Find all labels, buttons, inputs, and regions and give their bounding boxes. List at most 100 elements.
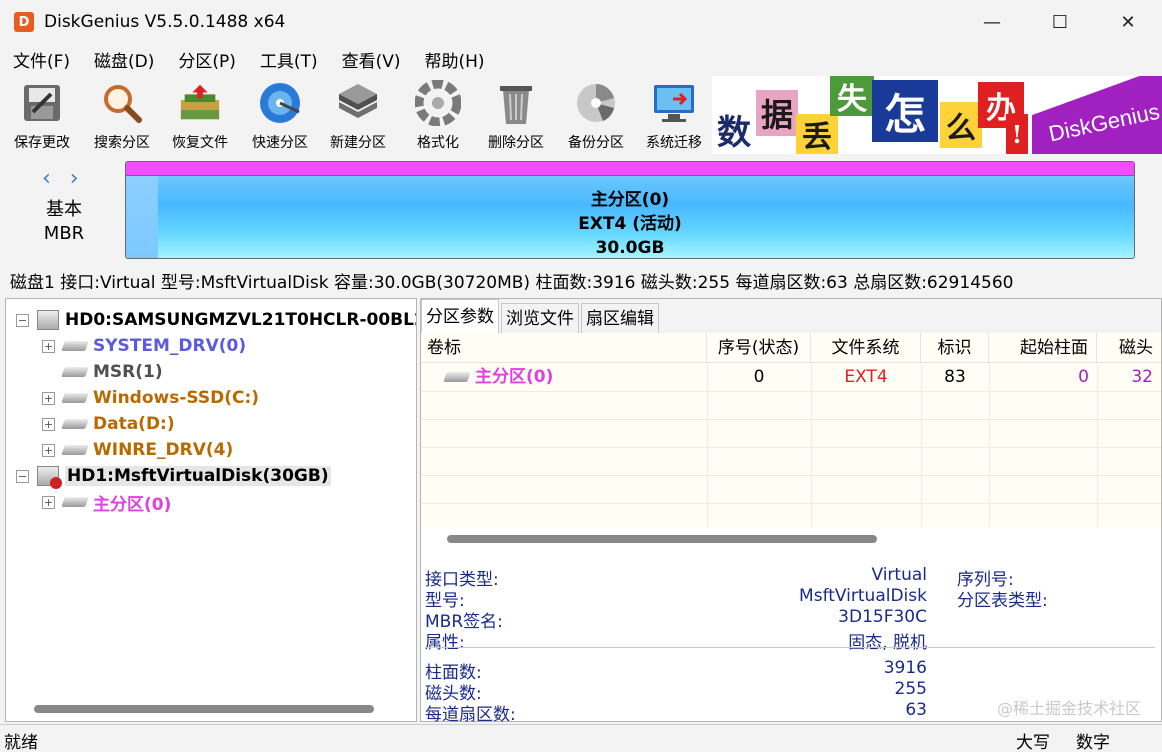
tool-label: 新建分区 bbox=[330, 132, 386, 152]
recover-files-button[interactable]: 恢复文件 bbox=[160, 80, 240, 154]
partition-style: MBR bbox=[24, 222, 104, 246]
system-migration-button[interactable]: 系统迁移 bbox=[634, 80, 714, 154]
banner-char: 么 bbox=[940, 102, 982, 148]
tree-item-winre-drv[interactable]: + WINRE_DRV(4) bbox=[42, 437, 233, 463]
tree-expander[interactable]: − bbox=[16, 470, 29, 483]
partition-fs: EXT4 (活动) bbox=[126, 212, 1134, 236]
tree-item-hd1[interactable]: − HD1:MsftVirtualDisk(30GB) bbox=[16, 463, 331, 489]
tree-item-data-d[interactable]: + Data(D:) bbox=[42, 411, 175, 437]
tree-expander[interactable]: + bbox=[42, 418, 55, 431]
menu-view[interactable]: 查看(V) bbox=[329, 47, 412, 72]
tool-label: 删除分区 bbox=[488, 132, 544, 152]
new-partition-button[interactable]: 新建分区 bbox=[318, 80, 398, 154]
tab-browse-files[interactable]: 浏览文件 bbox=[501, 303, 579, 333]
banner-char: 丢 bbox=[796, 114, 838, 154]
new-partition-icon bbox=[335, 80, 381, 126]
close-button[interactable]: ✕ bbox=[1094, 0, 1162, 44]
tool-label: 格式化 bbox=[417, 132, 459, 152]
backup-partition-button[interactable]: 备份分区 bbox=[556, 80, 636, 154]
delete-partition-button[interactable]: 删除分区 bbox=[476, 80, 556, 154]
watermark: @稀土掘金技术社区 bbox=[997, 695, 1141, 719]
window-title: DiskGenius V5.5.0.1488 x64 bbox=[44, 12, 285, 32]
properties-divider bbox=[425, 647, 1155, 648]
disk-type-label: 基本 MBR bbox=[24, 198, 104, 246]
disk-tree: − HD0:SAMSUNGMZVL21T0HCLR-00BL2 + SYSTEM… bbox=[5, 298, 417, 722]
banner-char: 失 bbox=[830, 76, 874, 116]
menu-disk[interactable]: 磁盘(D) bbox=[81, 47, 165, 72]
save-changes-button[interactable]: 保存更改 bbox=[2, 80, 82, 154]
menu-file[interactable]: 文件(F) bbox=[0, 47, 81, 72]
col-header-filesystem[interactable]: 文件系统 bbox=[811, 333, 921, 363]
tree-horizontal-scrollbar[interactable] bbox=[34, 705, 374, 713]
partition-bar[interactable]: 主分区(0) EXT4 (活动) 30.0GB bbox=[125, 161, 1135, 259]
model-value: MsftVirtualDisk bbox=[799, 586, 927, 606]
menu-help[interactable]: 帮助(H) bbox=[412, 47, 496, 72]
disk-map: ‹ › 基本 MBR 主分区(0) EXT4 (活动) 30.0GB bbox=[0, 156, 1162, 266]
menu-partition[interactable]: 分区(P) bbox=[165, 47, 247, 72]
system-migration-icon bbox=[651, 80, 697, 126]
maximize-button[interactable]: ☐ bbox=[1026, 0, 1094, 44]
status-caps-lock: 大写 bbox=[1016, 728, 1050, 752]
minimize-button[interactable]: — bbox=[958, 0, 1026, 44]
col-header-index[interactable]: 序号(状态) bbox=[707, 333, 811, 363]
offline-badge-icon bbox=[50, 477, 62, 489]
disk-info-line: 磁盘1 接口:Virtual 型号:MsftVirtualDisk 容量:30.… bbox=[10, 268, 1013, 293]
table-header: 卷标 序号(状态) 文件系统 标识 起始柱面 磁头 bbox=[421, 333, 1161, 363]
col-header-start-cylinder[interactable]: 起始柱面 bbox=[989, 333, 1097, 363]
tool-label: 恢复文件 bbox=[172, 132, 228, 152]
tree-item-system-drv[interactable]: + SYSTEM_DRV(0) bbox=[42, 333, 246, 359]
cylinders-value: 3916 bbox=[884, 658, 927, 678]
tree-label: HD1:MsftVirtualDisk(30GB) bbox=[65, 466, 331, 486]
partition-name: 主分区(0) bbox=[126, 188, 1134, 212]
tab-partition-params[interactable]: 分区参数 bbox=[421, 299, 499, 333]
format-button[interactable]: 格式化 bbox=[398, 80, 478, 154]
search-partition-button[interactable]: 搜索分区 bbox=[82, 80, 162, 154]
tool-label: 搜索分区 bbox=[94, 132, 150, 152]
quick-partition-button[interactable]: 快速分区 bbox=[240, 80, 320, 154]
backup-partition-icon bbox=[573, 80, 619, 126]
col-header-head[interactable]: 磁头 bbox=[1097, 333, 1161, 363]
partition-size: 30.0GB bbox=[126, 236, 1134, 259]
tree-item-msr[interactable]: MSR(1) bbox=[63, 359, 163, 385]
interface-type-value: Virtual bbox=[871, 565, 927, 585]
tree-item-windows-ssd[interactable]: + Windows-SSD(C:) bbox=[42, 385, 259, 411]
tree-expander[interactable]: + bbox=[42, 496, 55, 509]
sectors-per-track-label: 每道扇区数: bbox=[425, 700, 516, 725]
tree-expander[interactable]: − bbox=[16, 314, 29, 327]
partition-table: 卷标 序号(状态) 文件系统 标识 起始柱面 磁头 主分区(0) 0 EXT4 … bbox=[421, 333, 1161, 527]
tree-label: MSR(1) bbox=[93, 362, 163, 382]
partition-icon bbox=[61, 341, 89, 351]
details-panel: 分区参数 浏览文件 扇区编辑 卷标 序号(状态) 文件系统 标识 起始柱面 磁头… bbox=[420, 298, 1162, 722]
menu-tools[interactable]: 工具(T) bbox=[247, 47, 329, 72]
col-header-volume-label[interactable]: 卷标 bbox=[421, 333, 707, 363]
tree-expander[interactable]: + bbox=[42, 392, 55, 405]
mbr-signature-value: 3D15F30C bbox=[838, 607, 927, 627]
tree-item-primary-partition[interactable]: + 主分区(0) bbox=[42, 489, 171, 515]
col-header-id[interactable]: 标识 bbox=[921, 333, 989, 363]
tree-expander[interactable]: + bbox=[42, 340, 55, 353]
attributes-value: 固态, 脱机 bbox=[848, 628, 927, 653]
cell-id: 83 bbox=[921, 363, 989, 391]
advert-banner[interactable]: 数 据 丢 失 怎 么 办 ! DiskGenius bbox=[712, 76, 1162, 154]
tree-item-hd0[interactable]: − HD0:SAMSUNGMZVL21T0HCLR-00BL2 bbox=[16, 307, 417, 333]
delete-partition-icon bbox=[493, 80, 539, 126]
hard-disk-icon bbox=[37, 466, 59, 486]
cell-head: 32 bbox=[1097, 363, 1153, 391]
table-horizontal-scrollbar[interactable] bbox=[447, 535, 877, 543]
banner-char: 数 bbox=[712, 106, 756, 152]
title-bar: D DiskGenius V5.5.0.1488 x64 — ☐ ✕ bbox=[0, 0, 1162, 44]
tool-label: 备份分区 bbox=[568, 132, 624, 152]
table-row[interactable]: 主分区(0) bbox=[445, 363, 553, 391]
banner-char: ! bbox=[1006, 114, 1028, 154]
tree-expander[interactable]: + bbox=[42, 444, 55, 457]
grid-line bbox=[421, 391, 1161, 392]
tree-label: Data(D:) bbox=[93, 414, 175, 434]
hard-disk-icon bbox=[37, 310, 59, 330]
tab-sector-editor[interactable]: 扇区编辑 bbox=[581, 303, 659, 333]
heads-value: 255 bbox=[895, 679, 927, 699]
partition-icon bbox=[61, 367, 89, 377]
partition-icon bbox=[61, 497, 89, 507]
grid-line bbox=[421, 475, 1161, 476]
disk-nav-arrows[interactable]: ‹ › bbox=[42, 166, 85, 191]
partition-icon bbox=[61, 393, 89, 403]
